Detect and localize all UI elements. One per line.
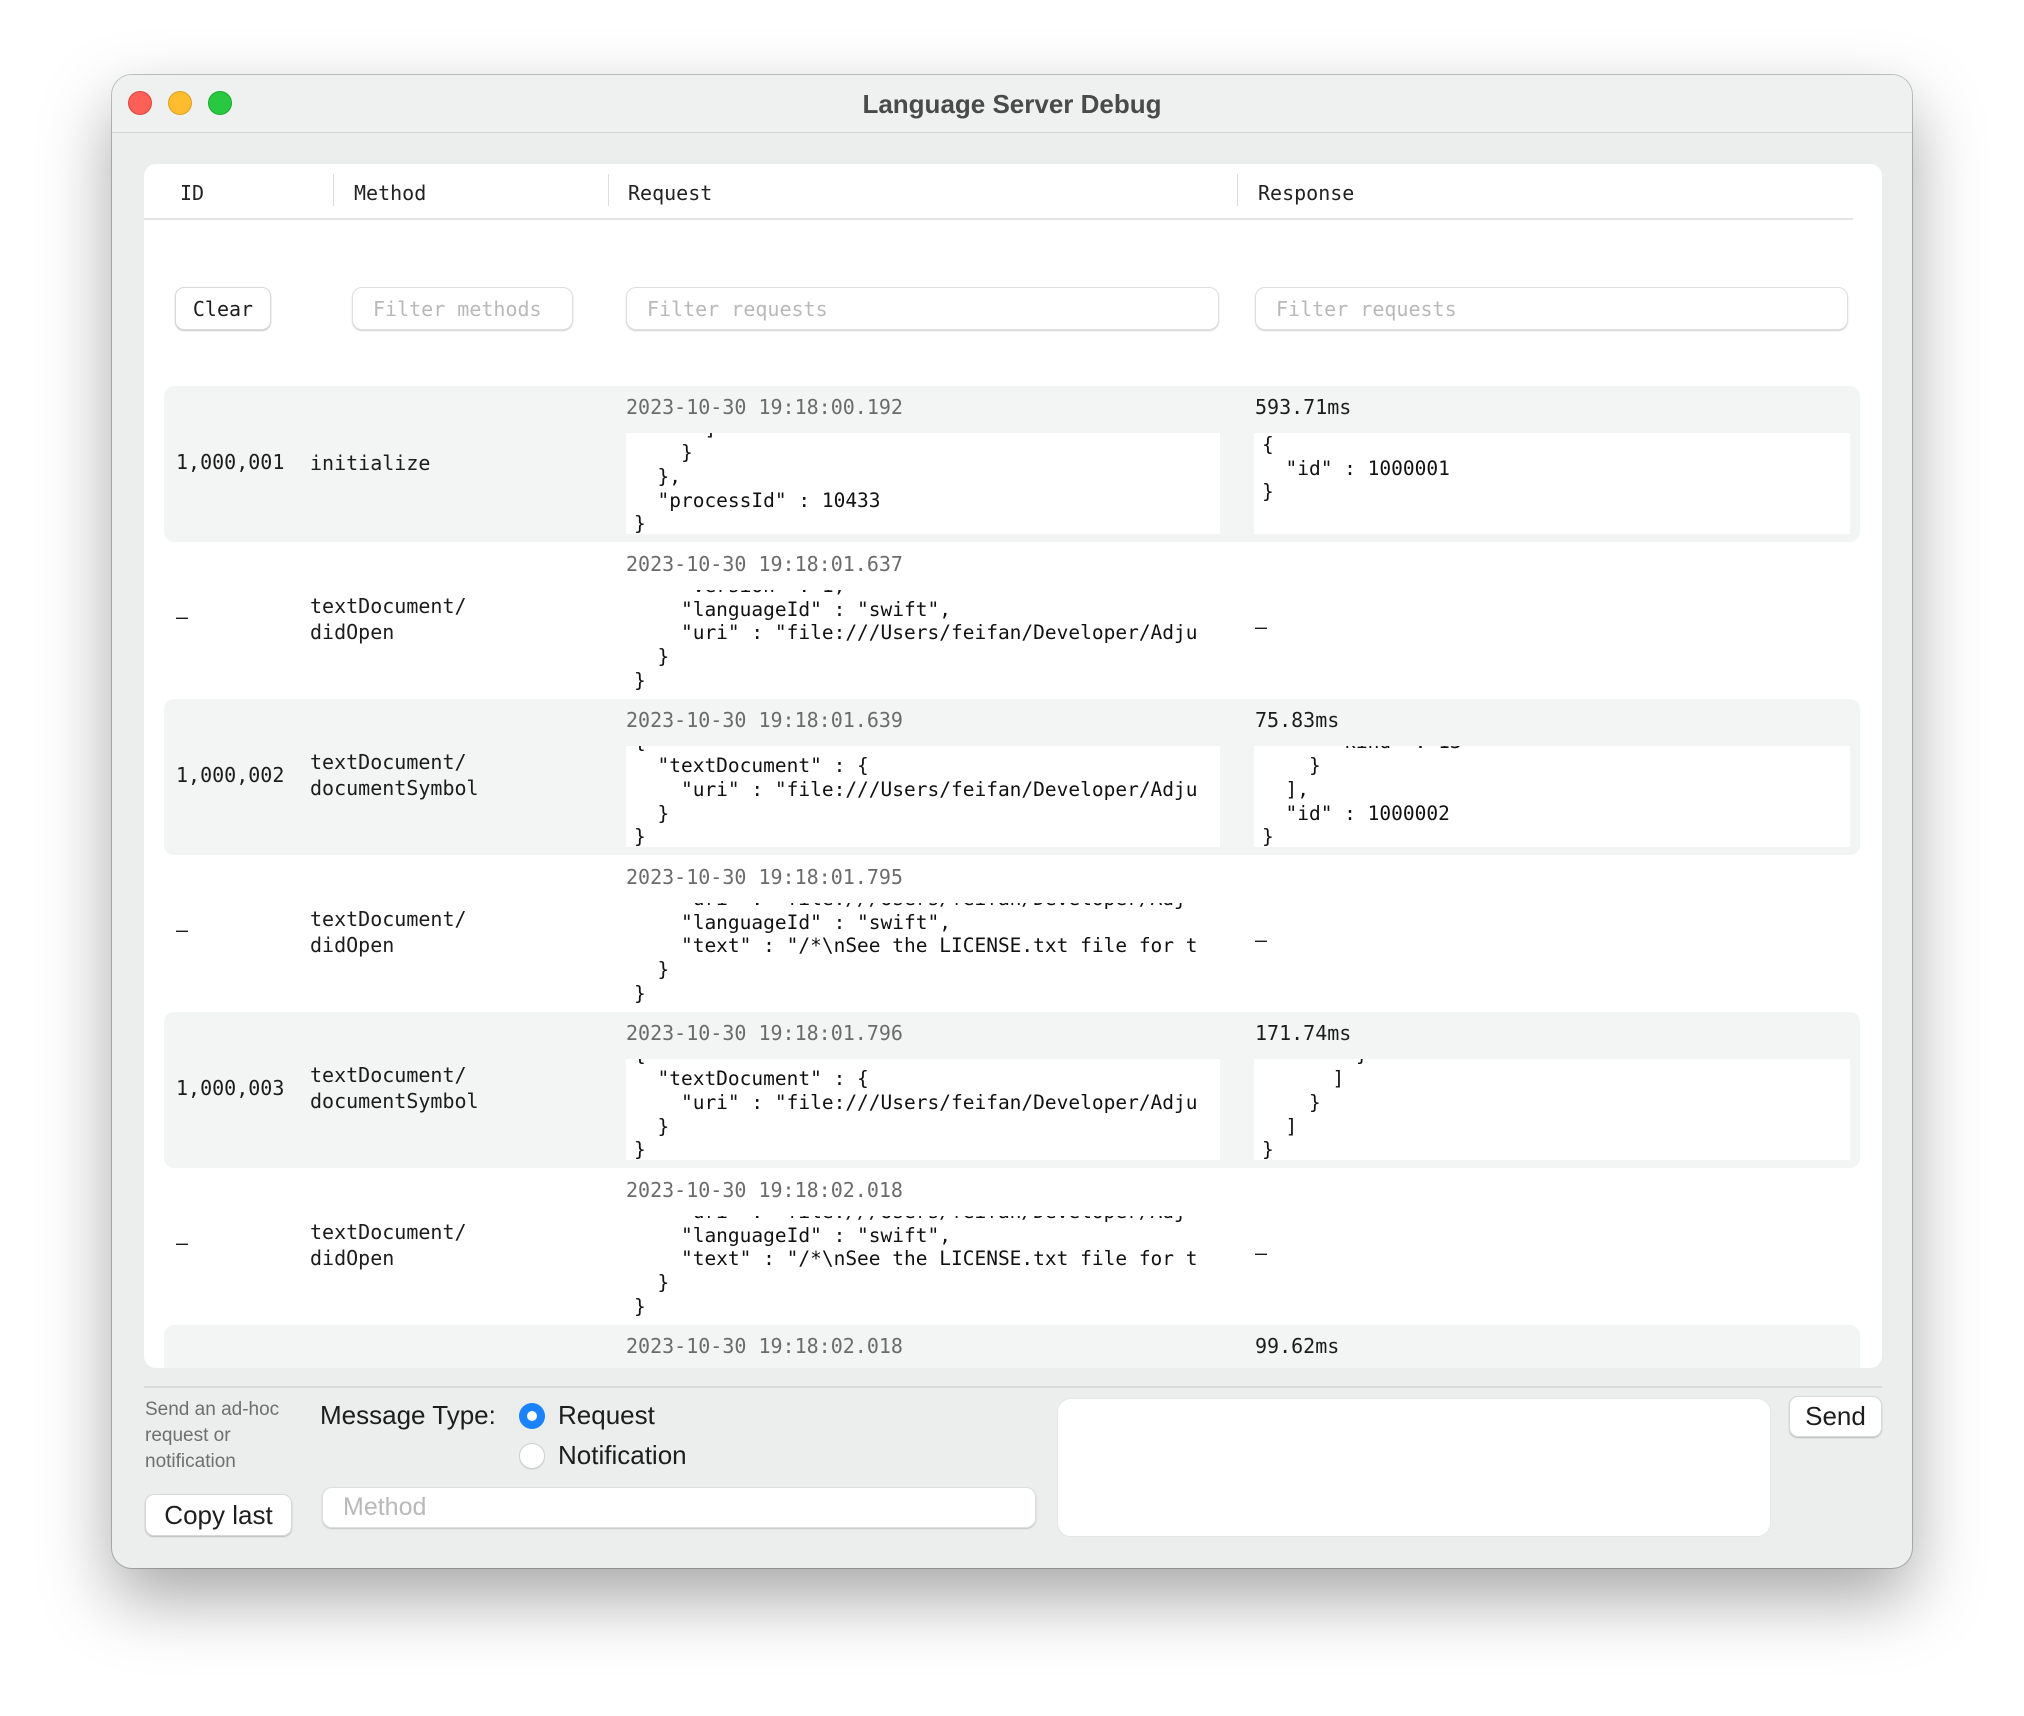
- request-json-text: "version" : 1, "languageId" : "swift", "…: [634, 590, 1198, 691]
- row-timestamp: 2023-10-30 19:18:02.018: [626, 1334, 903, 1358]
- request-json-view[interactable]: ] } }, "processId" : 10433 }: [626, 433, 1220, 534]
- request-json-text: { "textDocument" : { "uri" : "file:///Us…: [634, 746, 1198, 847]
- column-separator[interactable]: [333, 174, 334, 206]
- language-server-debug-window: Language Server Debug ID Method Request …: [112, 75, 1912, 1568]
- header-divider: [144, 218, 1853, 220]
- table-row[interactable]: – textDocument/ didOpen 2023-10-30 19:18:0…: [164, 543, 1860, 699]
- message-type-label: Message Type:: [320, 1400, 496, 1430]
- request-json-view[interactable]: "uri" : "file:///Users/feifan/Developer/…: [626, 903, 1220, 1004]
- request-json-view[interactable]: "version" : 1, "languageId" : "swift", "…: [626, 590, 1220, 691]
- table-row[interactable]: – textDocument/ didOpen 2023-10-30 19:18:0…: [164, 1169, 1860, 1325]
- row-method: textDocument/ didOpen: [310, 1219, 467, 1270]
- row-timestamp: 2023-10-30 19:18:01.637: [626, 551, 903, 576]
- filter-responses-input[interactable]: [1255, 287, 1848, 330]
- messages-table: ID Method Request Response Clear 1,000,0…: [144, 164, 1882, 1368]
- row-duration: 75.83ms: [1255, 708, 1340, 732]
- radio-request-label[interactable]: Request: [558, 1400, 655, 1431]
- row-timestamp: 2023-10-30 19:18:00.192: [626, 395, 903, 419]
- row-id: –: [176, 1230, 189, 1255]
- request-json-view[interactable]: "uri" : "file:///Users/feifan/Developer/…: [626, 1216, 1220, 1317]
- table-row[interactable]: 1,000,002 textDocument/ documentSymbol 202…: [164, 699, 1860, 855]
- table-row[interactable]: 1,000,001 initialize 2023-10-30 19:18:00.1…: [164, 386, 1860, 542]
- row-duration: 171.74ms: [1255, 1021, 1352, 1045]
- row-method: textDocument/ didOpen: [310, 593, 467, 644]
- response-json-text: { "id" : 1000001 }: [1262, 433, 1450, 504]
- window-title: Language Server Debug: [862, 89, 1162, 119]
- row-timestamp: 2023-10-30 19:18:01.796: [626, 1021, 903, 1045]
- response-json-view[interactable]: "kind" : 13 } ], "id" : 1000002 }: [1254, 746, 1850, 847]
- column-header-id[interactable]: ID: [180, 181, 204, 205]
- row-id: 1,000,001: [176, 450, 285, 474]
- response-json-text: } ] } ] }: [1262, 1059, 1368, 1160]
- request-json-text: "uri" : "file:///Users/feifan/Developer/…: [634, 903, 1198, 1004]
- copy-last-button[interactable]: Copy last: [145, 1494, 292, 1536]
- title-bar: Language Server Debug: [112, 75, 1912, 133]
- column-header-response[interactable]: Response: [1258, 181, 1354, 205]
- column-separator[interactable]: [608, 174, 609, 206]
- column-separator[interactable]: [1237, 174, 1238, 206]
- composer-hint: Send an ad-hoc request or notification: [145, 1399, 280, 1472]
- request-json-view[interactable]: { "textDocument" : { "uri" : "file:///Us…: [626, 1059, 1220, 1160]
- response-json-view[interactable]: { "id" : 1000001 }: [1254, 433, 1850, 534]
- send-button[interactable]: Send: [1789, 1396, 1882, 1437]
- message-body-textarea[interactable]: [1057, 1398, 1771, 1537]
- row-duration: 99.62ms: [1255, 1334, 1340, 1358]
- row-method: textDocument/ documentSymbol: [310, 1063, 479, 1113]
- row-timestamp: 2023-10-30 19:18:01.795: [626, 864, 903, 889]
- row-id: –: [176, 604, 189, 629]
- row-method: textDocument/ documentSymbol: [310, 750, 479, 800]
- radio-request[interactable]: [519, 1403, 545, 1429]
- row-method: initialize: [310, 451, 431, 475]
- row-timestamp: 2023-10-30 19:18:02.018: [626, 1177, 903, 1202]
- radio-notification[interactable]: [519, 1443, 545, 1469]
- response-json-text: "kind" : 13 } ], "id" : 1000002 }: [1262, 746, 1462, 847]
- column-header-method[interactable]: Method: [354, 181, 426, 205]
- filter-methods-input[interactable]: [352, 287, 573, 330]
- row-id: –: [176, 917, 189, 942]
- row-id: 1,000,002: [176, 763, 285, 787]
- request-json-view[interactable]: { "textDocument" : { "uri" : "file:///Us…: [626, 746, 1220, 847]
- row-duration: 593.71ms: [1255, 395, 1352, 419]
- table-row[interactable]: 1,000,003 textDocument/ documentSymbol 202…: [164, 1012, 1860, 1168]
- column-header-request[interactable]: Request: [628, 181, 712, 205]
- request-json-text: ] } }, "processId" : 10433 }: [634, 433, 881, 534]
- radio-notification-label[interactable]: Notification: [558, 1440, 687, 1471]
- clear-button[interactable]: Clear: [175, 287, 271, 330]
- response-empty: –: [1255, 1240, 1268, 1265]
- table-row[interactable]: 2023-10-30 19:18:02.01899.62ms{ }: [164, 1325, 1860, 1368]
- request-json-text: "uri" : "file:///Users/feifan/Developer/…: [634, 1216, 1198, 1317]
- response-empty: –: [1255, 614, 1268, 639]
- row-method: textDocument/ didOpen: [310, 906, 467, 957]
- composer-divider: [144, 1386, 1882, 1388]
- response-json-view[interactable]: } ] } ] }: [1254, 1059, 1850, 1160]
- method-input[interactable]: [322, 1487, 1036, 1528]
- response-empty: –: [1255, 927, 1268, 952]
- table-row[interactable]: – textDocument/ didOpen 2023-10-30 19:18:0…: [164, 856, 1860, 1012]
- row-timestamp: 2023-10-30 19:18:01.639: [626, 708, 903, 732]
- request-json-text: { "textDocument" : { "uri" : "file:///Us…: [634, 1059, 1198, 1160]
- filter-requests-input[interactable]: [626, 287, 1219, 330]
- row-id: 1,000,003: [176, 1076, 285, 1100]
